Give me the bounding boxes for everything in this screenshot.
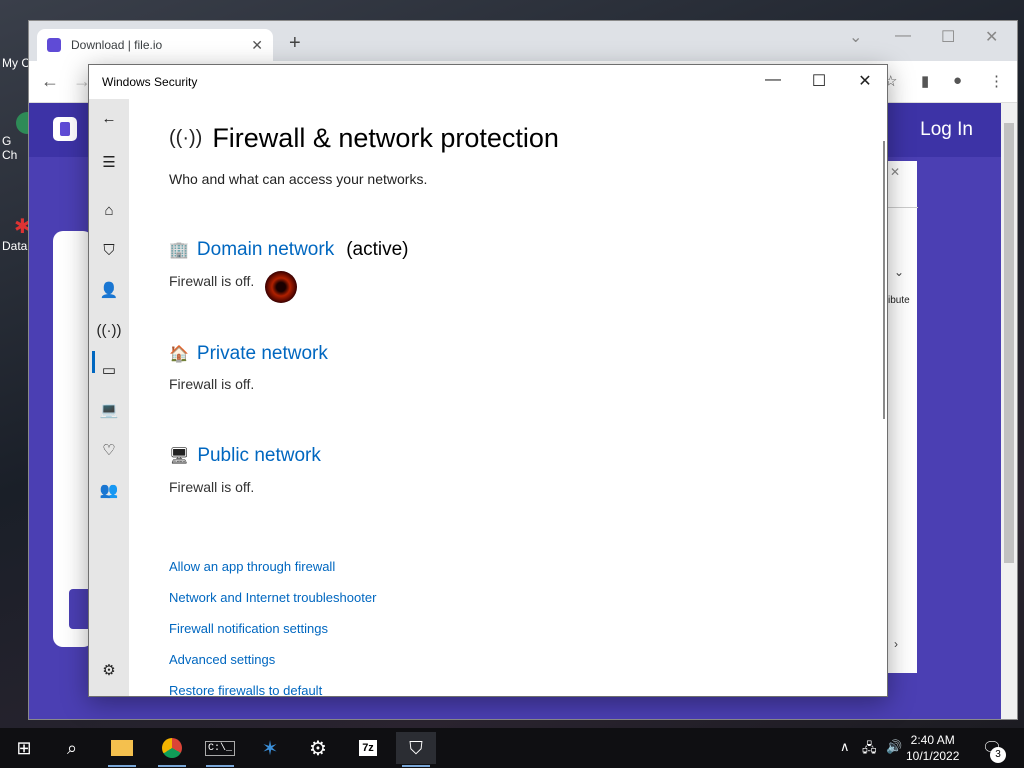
window-title: Windows Security bbox=[102, 75, 198, 89]
clock-date: 10/1/2022 bbox=[906, 749, 960, 763]
profile-icon[interactable]: ● bbox=[953, 72, 962, 89]
family-icon[interactable]: 👥 bbox=[98, 479, 120, 501]
taskbar: ⊞ ⌕ C:\_ ✶ ⚙ 7z ⛉ ∧ 🖧 🔊 2:40 AM 10/1/202… bbox=[0, 728, 1024, 768]
windows-security-window: Windows Security — ☐ ✕ ← ☰ ⌂ ⛉ 👤 ((·)) ▭… bbox=[88, 64, 888, 697]
page-scrollbar[interactable] bbox=[1001, 103, 1017, 719]
search-icon[interactable]: ⌕ bbox=[52, 732, 92, 764]
desktop-icon-mycomputer[interactable]: My C bbox=[2, 56, 30, 70]
tab-title: Download | file.io bbox=[71, 38, 163, 52]
scrollbar-thumb[interactable] bbox=[1004, 123, 1014, 563]
content-scrollbar[interactable] bbox=[883, 141, 885, 419]
new-tab-button[interactable]: + bbox=[289, 32, 301, 55]
private-network-icon: 🏠 bbox=[169, 346, 189, 363]
tab-strip: Download | file.io ✕ + ⌄ — ☐ ✕ bbox=[29, 21, 1017, 61]
notification-settings-link[interactable]: Firewall notification settings bbox=[169, 621, 328, 636]
close-button[interactable]: ✕ bbox=[853, 71, 877, 91]
close-browser-button[interactable]: ✕ bbox=[985, 27, 998, 47]
minimize-browser-button[interactable]: — bbox=[895, 27, 911, 45]
browser-tab[interactable]: Download | file.io ✕ bbox=[37, 29, 273, 61]
menu-icon[interactable]: ⋮ bbox=[989, 72, 1004, 90]
advanced-settings-link[interactable]: Advanced settings bbox=[169, 652, 275, 667]
volume-icon[interactable]: 🔊 bbox=[886, 739, 902, 755]
laptop-icon[interactable]: 💻 bbox=[98, 399, 120, 421]
right-panel: ✕ ⌄ ibute › bbox=[887, 161, 918, 673]
clock[interactable]: 2:40 AM 10/1/2022 bbox=[906, 732, 959, 764]
back-arrow-icon[interactable]: ← bbox=[41, 71, 59, 92]
start-button[interactable]: ⊞ bbox=[4, 732, 44, 764]
domain-network-icon: 🏢 bbox=[169, 242, 189, 259]
active-tag: (active) bbox=[346, 239, 409, 260]
side-panel-icon[interactable]: ▮ bbox=[921, 72, 929, 90]
public-network-icon: 🖥 bbox=[169, 448, 190, 465]
scroll-right-icon[interactable]: › bbox=[894, 637, 898, 651]
upload-card bbox=[53, 231, 93, 647]
chrome-icon[interactable] bbox=[152, 732, 192, 767]
cmd-icon[interactable]: C:\_ bbox=[200, 732, 240, 767]
private-network-row[interactable]: 🏠 Private network bbox=[169, 343, 328, 365]
cursor-icon bbox=[265, 271, 297, 303]
notification-center-icon[interactable]: 🗨 3 bbox=[982, 738, 1006, 763]
maximize-browser-button[interactable]: ☐ bbox=[941, 27, 955, 47]
notification-count-badge: 3 bbox=[990, 747, 1006, 763]
restore-defaults-link[interactable]: Restore firewalls to default bbox=[169, 683, 322, 696]
windows-security-taskbar-icon[interactable]: ⛉ bbox=[396, 732, 436, 767]
main-content: ((·)) Firewall & network protection Who … bbox=[169, 99, 887, 696]
shield-icon[interactable]: ⛉ bbox=[98, 239, 120, 261]
browser-icon[interactable]: ▭ bbox=[98, 359, 120, 381]
minimize-button[interactable]: — bbox=[761, 71, 785, 89]
settings-icon[interactable]: ⚙ bbox=[98, 659, 120, 681]
tab-search-icon[interactable]: ⌄ bbox=[849, 27, 862, 47]
page-title: Firewall & network protection bbox=[212, 123, 559, 153]
clock-time: 2:40 AM bbox=[910, 733, 955, 747]
network-icon[interactable]: 🖧 bbox=[862, 739, 877, 761]
title-bar: Windows Security — ☐ ✕ bbox=[89, 65, 887, 99]
hamburger-icon[interactable]: ☰ bbox=[98, 151, 120, 173]
public-network-link[interactable]: Public network bbox=[197, 445, 321, 467]
fileio-logo-icon[interactable] bbox=[53, 117, 77, 141]
partial-text: ibute bbox=[888, 295, 910, 306]
public-network-row[interactable]: 🖥 Public network bbox=[169, 445, 321, 467]
allow-app-link[interactable]: Allow an app through firewall bbox=[169, 559, 335, 574]
desktop-icon-label: G Ch bbox=[2, 134, 18, 162]
fileio-favicon-icon bbox=[47, 38, 61, 52]
desktop-icon-label: Data bbox=[2, 239, 28, 253]
domain-network-row[interactable]: 🏢 Domain network (active) bbox=[169, 239, 409, 261]
page-heading: ((·)) Firewall & network protection bbox=[169, 123, 559, 154]
account-icon[interactable]: 👤 bbox=[98, 279, 120, 301]
desktop-icon-label: My C bbox=[2, 56, 30, 70]
close-tab-icon[interactable]: ✕ bbox=[251, 37, 263, 54]
troubleshooter-link[interactable]: Network and Internet troubleshooter bbox=[169, 590, 376, 605]
desktop-icon-chrome[interactable]: G Ch bbox=[2, 112, 38, 162]
domain-status: Firewall is off. bbox=[169, 273, 255, 289]
private-network-link[interactable]: Private network bbox=[197, 343, 328, 365]
private-status: Firewall is off. bbox=[169, 376, 255, 392]
public-status: Firewall is off. bbox=[169, 479, 255, 495]
selected-indicator bbox=[92, 351, 95, 373]
settings-taskbar-icon[interactable]: ⚙ bbox=[298, 732, 338, 764]
file-explorer-icon[interactable] bbox=[102, 732, 142, 767]
divider bbox=[888, 207, 918, 208]
wifi-icon[interactable]: ((·)) bbox=[97, 319, 122, 341]
app-icon[interactable]: ✶ bbox=[250, 732, 290, 764]
back-icon[interactable]: ← bbox=[98, 107, 120, 129]
firewall-antenna-icon: ((·)) bbox=[169, 127, 203, 149]
close-panel-icon[interactable]: ✕ bbox=[890, 165, 900, 179]
heart-icon[interactable]: ♡ bbox=[98, 439, 120, 461]
show-hidden-icons-icon[interactable]: ∧ bbox=[840, 739, 850, 755]
page-subtitle: Who and what can access your networks. bbox=[169, 171, 428, 187]
domain-network-link[interactable]: Domain network bbox=[197, 239, 334, 261]
login-link[interactable]: Log In bbox=[920, 119, 973, 141]
nav-rail: ← ☰ ⌂ ⛉ 👤 ((·)) ▭ 💻 ♡ 👥 ⚙ bbox=[89, 99, 129, 696]
dropdown-chevron-icon[interactable]: ⌄ bbox=[894, 265, 904, 279]
sevenzip-icon[interactable]: 7z bbox=[348, 732, 388, 764]
desktop-icon-data[interactable]: ✱ Data bbox=[2, 214, 31, 253]
home-icon[interactable]: ⌂ bbox=[98, 199, 120, 221]
maximize-button[interactable]: ☐ bbox=[807, 71, 831, 91]
